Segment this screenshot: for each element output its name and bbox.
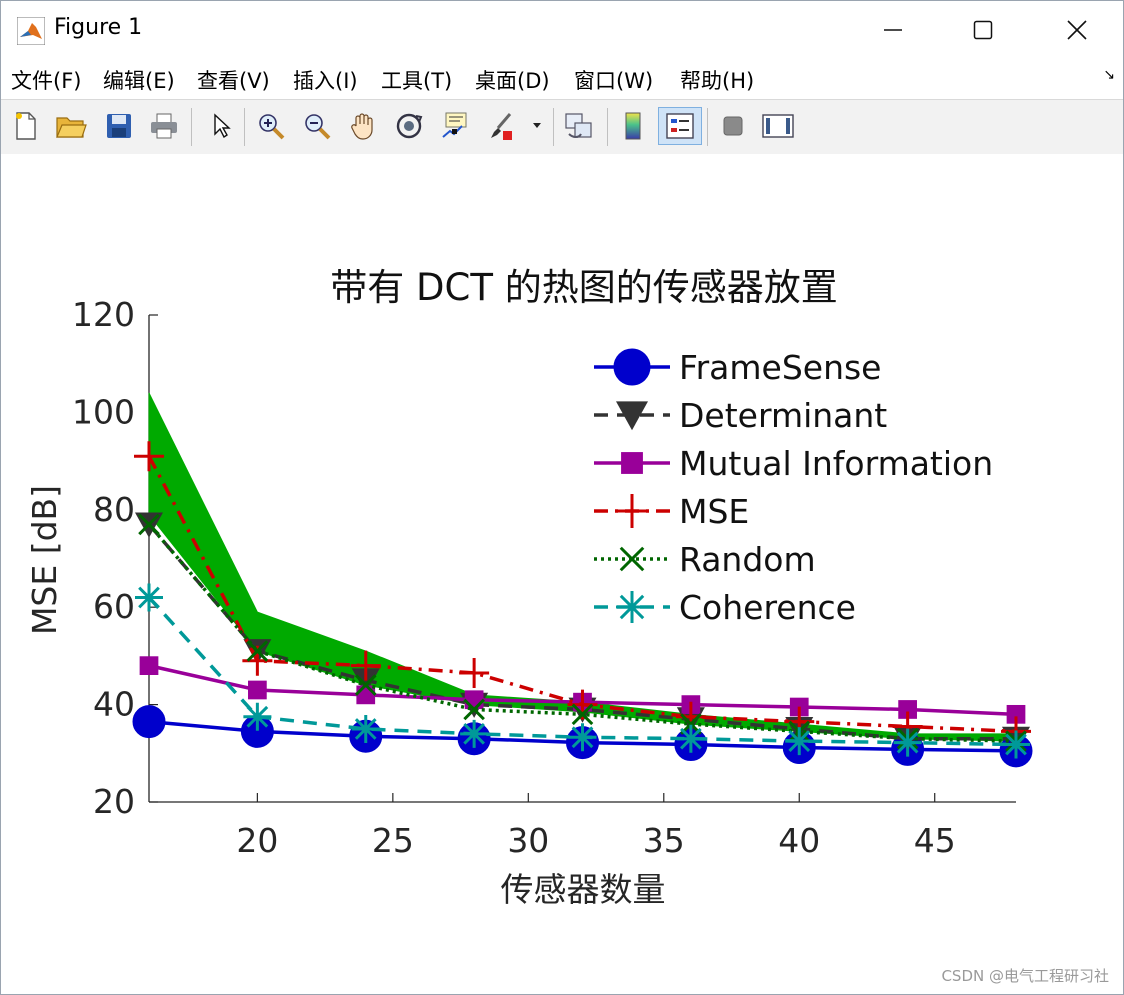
window-title: Figure 1	[54, 15, 143, 40]
link-plot-icon[interactable]	[561, 107, 597, 145]
data-point-mse	[459, 657, 490, 688]
data-point-coherence	[135, 583, 163, 612]
data-point-framesense	[132, 705, 166, 739]
maximize-button[interactable]	[937, 1, 1029, 59]
data-point-coherence	[568, 723, 597, 752]
matlab-logo-icon	[17, 17, 45, 45]
legend-icon[interactable]	[658, 107, 702, 145]
watermark: CSDN @电气工程研习社	[941, 967, 1109, 985]
select-arrow-icon[interactable]	[203, 107, 239, 145]
x-tick-label: 40	[778, 821, 820, 860]
menu-bar: 文件(F) 编辑(E) 查看(V) 插入(I) 工具(T) 桌面(D) 窗口(W…	[1, 59, 1123, 99]
zoom-out-icon[interactable]	[299, 107, 335, 145]
data-point-coherence	[676, 724, 705, 753]
open-file-icon[interactable]	[53, 107, 89, 145]
new-figure-icon[interactable]	[8, 107, 44, 145]
toolbar-separator	[191, 108, 192, 146]
data-cursor-icon[interactable]	[437, 107, 473, 145]
chart-title: 带有 DCT 的热图的传感器放置	[330, 266, 837, 309]
close-icon	[1067, 20, 1087, 40]
figure-canvas: 带有 DCT 的热图的传感器放置 20 40 60 80 100 120 20 25 30 35 4…	[1, 154, 1123, 994]
menu-window[interactable]: 窗口(W)	[574, 65, 653, 95]
print-icon[interactable]	[146, 107, 182, 145]
series-mse	[134, 441, 1031, 747]
data-point-mutual-information	[139, 656, 159, 675]
brush-dropdown-icon[interactable]	[527, 107, 547, 145]
series-lines	[132, 441, 1033, 768]
legend-entry-mutual-information[interactable]: Mutual Information	[594, 444, 993, 483]
toolbar-separator	[707, 108, 708, 146]
minimize-button[interactable]	[847, 1, 939, 59]
data-point-coherence	[351, 714, 380, 743]
y-tick-label: 120	[72, 295, 135, 334]
data-point-mutual-information	[464, 690, 484, 710]
mse-chart[interactable]: 带有 DCT 的热图的传感器放置 20 40 60 80 100 120 20 25 30 35 4…	[1, 154, 1123, 994]
data-point-mutual-information	[248, 680, 267, 700]
toolbar-separator	[244, 108, 245, 146]
menu-help[interactable]: 帮助(H)	[680, 65, 754, 95]
legend-label-framesense: FrameSense	[679, 348, 881, 387]
y-tick-label: 60	[93, 587, 135, 626]
legend-entry-framesense[interactable]: FrameSense	[594, 348, 881, 387]
y-tick-label: 40	[93, 685, 135, 724]
rotate-3d-icon[interactable]	[391, 107, 427, 145]
show-plot-tools-icon[interactable]	[760, 107, 796, 145]
zoom-in-icon[interactable]	[253, 107, 289, 145]
save-icon[interactable]	[101, 107, 137, 145]
legend-entry-coherence[interactable]: Coherence	[594, 588, 856, 627]
menu-edit[interactable]: 编辑(E)	[103, 65, 175, 95]
data-point-coherence	[243, 702, 272, 731]
data-point-coherence	[460, 719, 489, 748]
legend-label-random: Random	[679, 540, 816, 579]
toolbar	[1, 99, 1123, 155]
maximize-icon	[973, 20, 993, 40]
toolbar-separator	[553, 108, 554, 146]
y-tick-label: 80	[93, 490, 135, 529]
minimize-icon	[884, 29, 902, 31]
data-point-coherence	[1002, 730, 1030, 759]
legend-label-coherence: Coherence	[679, 588, 856, 627]
colorbar-icon[interactable]	[615, 107, 651, 145]
legend-marker-mse	[615, 494, 649, 528]
legend-entry-random[interactable]: Random	[594, 540, 816, 579]
legend-entry-determinant[interactable]: Determinant	[594, 396, 887, 435]
menu-dock-arrow-icon[interactable]: ↘	[1103, 67, 1115, 83]
menu-tools[interactable]: 工具(T)	[381, 65, 452, 95]
legend-entry-mse[interactable]: MSE	[594, 492, 749, 531]
x-tick-label: 25	[372, 821, 414, 860]
legend-marker-mutual-information	[621, 452, 643, 474]
legend[interactable]: FrameSense Determinant Mutual Information M…	[594, 348, 993, 627]
x-tick-label: 30	[507, 821, 549, 860]
title-bar: Figure 1	[1, 1, 1123, 59]
x-tick-label: 45	[914, 821, 956, 860]
data-point-coherence	[893, 728, 922, 757]
menu-file[interactable]: 文件(F)	[11, 65, 81, 95]
menu-desktop[interactable]: 桌面(D)	[475, 65, 550, 95]
toolbar-separator	[607, 108, 608, 146]
y-tick-label: 20	[93, 782, 135, 821]
legend-marker-framesense	[613, 348, 651, 386]
brush-icon[interactable]	[483, 107, 519, 145]
close-button[interactable]	[1031, 1, 1123, 59]
legend-label-mutual-information: Mutual Information	[679, 444, 993, 483]
legend-marker-coherence	[616, 591, 648, 623]
legend-label-mse: MSE	[679, 492, 749, 531]
hide-plot-tools-icon[interactable]	[715, 107, 751, 145]
legend-label-determinant: Determinant	[679, 396, 887, 435]
figure-window: Figure 1 文件(F) 编辑(E) 查看(V) 插入(I) 工具(T) 桌…	[0, 0, 1124, 995]
x-tick-label: 20	[236, 821, 278, 860]
data-point-coherence	[785, 727, 814, 756]
x-tick-label: 35	[643, 821, 685, 860]
y-tick-label: 100	[72, 392, 135, 431]
menu-view[interactable]: 查看(V)	[197, 65, 270, 95]
pan-hand-icon[interactable]	[345, 107, 381, 145]
menu-insert[interactable]: 插入(I)	[293, 65, 358, 95]
x-axis-label: 传感器数量	[501, 870, 666, 909]
y-axis-label: MSE [dB]	[25, 485, 64, 635]
